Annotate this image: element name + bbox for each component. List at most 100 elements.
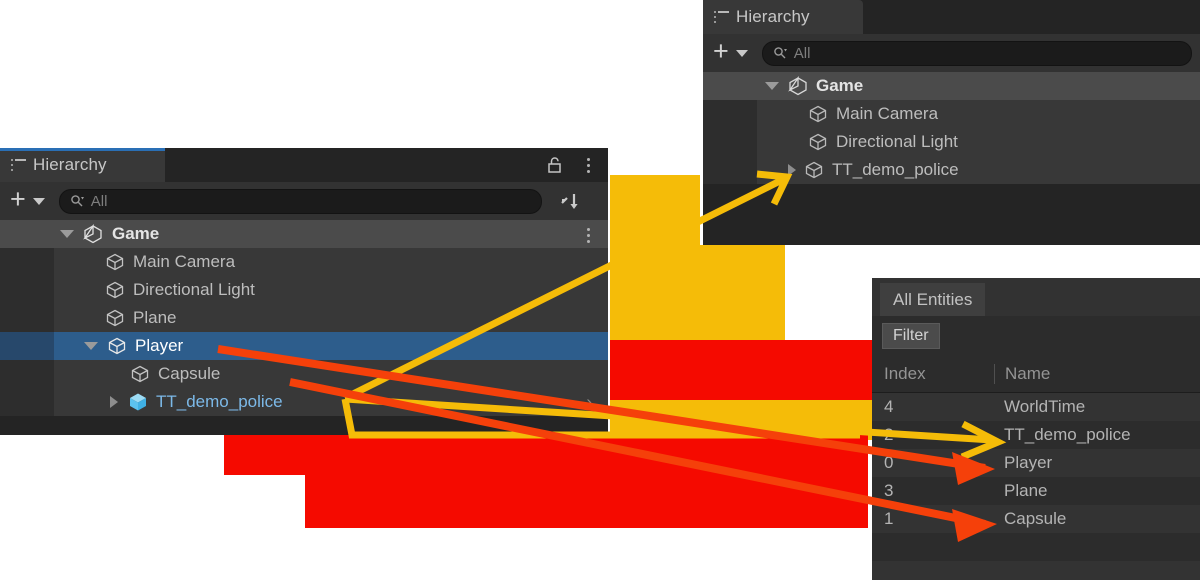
cell-index: 2 bbox=[884, 425, 894, 444]
cell-index: 4 bbox=[884, 397, 894, 416]
kebab-menu-icon[interactable] bbox=[587, 158, 590, 173]
cell-name: Plane bbox=[1004, 481, 1048, 500]
filter-button[interactable]: Filter bbox=[882, 323, 940, 349]
table-row-empty bbox=[872, 561, 1200, 580]
scene-label: Game bbox=[112, 224, 160, 243]
tree-item-directional-light[interactable]: Directional Light bbox=[0, 276, 608, 304]
chevron-down-icon[interactable] bbox=[32, 197, 45, 205]
gameobject-cube-icon bbox=[107, 336, 127, 356]
cell-name: Capsule bbox=[1004, 509, 1067, 528]
row-gutter bbox=[703, 100, 757, 128]
entities-tabbar: All Entities bbox=[872, 278, 1200, 316]
tree-item-directional-light-2[interactable]: Directional Light bbox=[703, 128, 1200, 156]
table-row[interactable]: 2 TT_demo_police bbox=[872, 421, 1200, 449]
gameobject-cube-icon bbox=[804, 160, 824, 180]
hierarchy-window-main: Hierarchy + All Game Main Camera Directi… bbox=[0, 148, 608, 435]
prefab-open-chevron-icon[interactable]: › bbox=[586, 392, 592, 412]
tab-hierarchy-secondary[interactable]: Hierarchy bbox=[703, 0, 863, 34]
chevron-down-icon[interactable] bbox=[60, 230, 74, 238]
tree-item-label: Main Camera bbox=[133, 252, 236, 271]
table-row[interactable]: 4 WorldTime bbox=[872, 393, 1200, 421]
filter-button-label: Filter bbox=[893, 327, 929, 344]
chevron-down-icon[interactable] bbox=[84, 342, 98, 350]
scene-label: Game bbox=[816, 76, 864, 95]
entities-table-header: Index Name bbox=[872, 356, 1200, 393]
column-header-name[interactable]: Name bbox=[994, 364, 1050, 384]
chevron-down-icon[interactable] bbox=[765, 82, 779, 90]
unity-scene-icon bbox=[83, 224, 103, 244]
row-gutter bbox=[703, 156, 757, 184]
search-input[interactable]: All bbox=[58, 188, 542, 214]
add-object-button[interactable]: + bbox=[0, 185, 30, 217]
tree-item-label: TT_demo_police bbox=[832, 160, 959, 179]
tree-item-main-camera[interactable]: Main Camera bbox=[0, 248, 608, 276]
row-gutter bbox=[0, 388, 54, 416]
chevron-right-icon[interactable] bbox=[110, 396, 118, 408]
scene-row-game-main[interactable]: Game bbox=[0, 220, 608, 248]
unity-scene-icon bbox=[788, 76, 808, 96]
tree-item-label: Directional Light bbox=[836, 132, 958, 151]
chevron-right-icon[interactable] bbox=[788, 164, 796, 176]
table-row[interactable]: 1 Capsule bbox=[872, 505, 1200, 533]
gameobject-cube-icon bbox=[808, 104, 828, 124]
secondary-tabbar: Hierarchy bbox=[703, 0, 1200, 34]
lock-icon[interactable] bbox=[546, 156, 563, 179]
add-object-button[interactable]: + bbox=[703, 37, 733, 69]
tree-item-player[interactable]: Player bbox=[0, 332, 608, 360]
search-input[interactable]: All bbox=[761, 40, 1192, 66]
all-entities-window: All Entities Filter Index Name 4 WorldTi… bbox=[872, 278, 1200, 580]
hierarchy-list-icon bbox=[11, 159, 26, 171]
row-gutter bbox=[703, 128, 757, 156]
sort-icon[interactable] bbox=[550, 182, 590, 220]
cell-index: 0 bbox=[884, 453, 894, 472]
tree-item-label: Plane bbox=[133, 308, 177, 327]
tree-item-main-camera-2[interactable]: Main Camera bbox=[703, 100, 1200, 128]
hierarchy-list-icon bbox=[714, 11, 729, 23]
table-row-empty bbox=[872, 533, 1200, 561]
scene-row-game-secondary[interactable]: Game bbox=[703, 72, 1200, 100]
tree-item-tt-demo-police-2[interactable]: TT_demo_police bbox=[703, 156, 1200, 184]
prefab-cube-icon bbox=[127, 391, 149, 413]
screenshot-root: Hierarchy + All Game Main Camera Directi… bbox=[0, 0, 1200, 580]
row-gutter bbox=[0, 276, 54, 304]
row-gutter bbox=[0, 332, 54, 360]
tree-item-label: Capsule bbox=[158, 364, 221, 383]
tab-hierarchy-main[interactable]: Hierarchy bbox=[0, 148, 165, 182]
tab-label: Hierarchy bbox=[736, 7, 810, 26]
secondary-toolbar: + All bbox=[703, 34, 1200, 72]
search-icon bbox=[70, 194, 84, 208]
tree-item-plane[interactable]: Plane bbox=[0, 304, 608, 332]
row-gutter bbox=[0, 360, 54, 388]
scene-kebab-menu-icon[interactable] bbox=[587, 228, 590, 243]
table-row[interactable]: 0 Player bbox=[872, 449, 1200, 477]
gameobject-cube-icon bbox=[105, 308, 125, 328]
tree-item-label: Main Camera bbox=[836, 104, 939, 123]
gameobject-cube-icon bbox=[105, 252, 125, 272]
tree-item-tt-demo-police[interactable]: TT_demo_police › bbox=[0, 388, 608, 416]
tree-item-capsule[interactable]: Capsule bbox=[0, 360, 608, 388]
gameobject-cube-icon bbox=[130, 364, 150, 384]
cell-name: Player bbox=[1004, 453, 1053, 472]
yellow-block-mid bbox=[610, 245, 785, 340]
tab-all-entities[interactable]: All Entities bbox=[880, 283, 986, 316]
gameobject-cube-icon bbox=[808, 132, 828, 152]
row-gutter bbox=[0, 304, 54, 332]
search-placeholder: All bbox=[90, 192, 108, 210]
cell-index: 1 bbox=[884, 509, 894, 528]
tree-item-label: Directional Light bbox=[133, 280, 255, 299]
table-row[interactable]: 3 Plane bbox=[872, 477, 1200, 505]
hierarchy-window-secondary: Hierarchy + All Game Main Camera Directi… bbox=[703, 0, 1200, 245]
tab-label: All Entities bbox=[893, 289, 973, 309]
red-block-lower-b bbox=[305, 433, 868, 528]
cell-name: TT_demo_police bbox=[1004, 425, 1131, 444]
column-header-index[interactable]: Index bbox=[872, 364, 994, 384]
tree-item-label: Player bbox=[135, 336, 184, 355]
tree-item-label: TT_demo_police bbox=[156, 392, 283, 411]
chevron-down-icon[interactable] bbox=[735, 49, 748, 57]
main-tabbar: Hierarchy bbox=[0, 148, 608, 182]
entities-filterbar: Filter bbox=[872, 316, 1200, 356]
search-icon bbox=[773, 46, 787, 60]
active-tab-accent bbox=[0, 148, 165, 151]
cell-name: WorldTime bbox=[1004, 397, 1086, 416]
row-gutter bbox=[0, 248, 54, 276]
